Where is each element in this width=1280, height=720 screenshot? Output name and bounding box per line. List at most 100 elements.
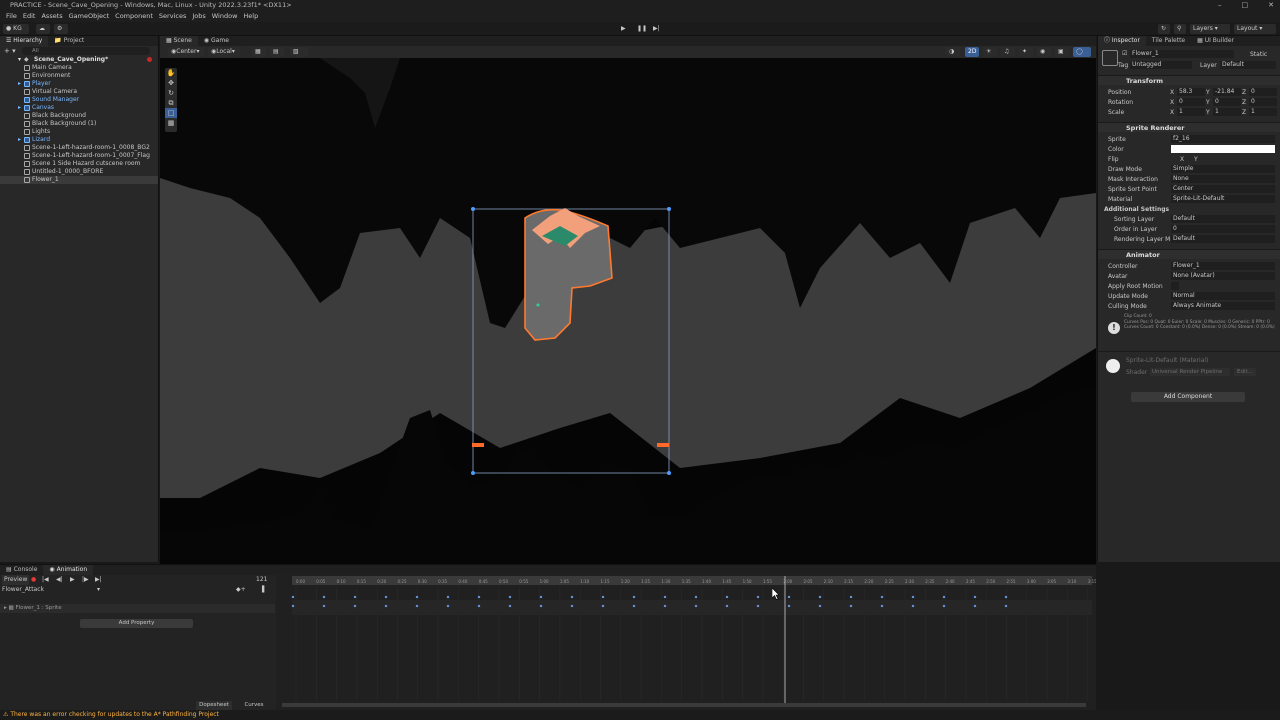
pivot-dropdown[interactable]: ◉Center▾ <box>168 47 204 57</box>
add-property-button[interactable]: Add Property <box>80 619 193 628</box>
scale-x-field[interactable]: 1 <box>1177 108 1205 116</box>
scene-root-row[interactable]: ▾ ◆ Scene_Cave_Opening* <box>0 56 158 64</box>
play-button[interactable]: ▶ <box>618 24 630 34</box>
hierarchy-item[interactable]: Environment <box>0 72 158 80</box>
object-name-field[interactable]: Flower_1 <box>1130 50 1234 58</box>
menu-edit[interactable]: Edit <box>23 11 36 22</box>
scene-canvas[interactable] <box>160 58 1096 564</box>
increment-snap-icon[interactable]: ▧ <box>290 47 308 57</box>
menu-assets[interactable]: Assets <box>41 11 62 22</box>
hierarchy-item[interactable]: ▸ Lizard <box>0 136 158 144</box>
hierarchy-item[interactable]: Untitled-1_0000_BFORE <box>0 168 158 176</box>
search-icon[interactable]: ⚲ <box>1174 24 1186 34</box>
root-motion-checkbox[interactable] <box>1171 282 1179 290</box>
expand-arrow-icon[interactable]: ▸ <box>18 104 21 112</box>
grid-icon[interactable]: ▦ <box>252 47 266 57</box>
draw-mode-dropdown[interactable]: Simple <box>1171 165 1275 173</box>
frame-field[interactable]: 121 <box>256 575 267 585</box>
culling-dropdown[interactable]: Always Animate <box>1171 302 1275 310</box>
space-dropdown[interactable]: ◉Local▾ <box>208 47 240 57</box>
hierarchy-search-input[interactable]: All <box>22 47 150 55</box>
add-event-icon[interactable]: ▌ <box>262 586 267 593</box>
tab-hierarchy[interactable]: ☰ Hierarchy <box>0 36 49 46</box>
hierarchy-item[interactable]: Scene-1-Left-hazard-room-1_0008_BG2 <box>0 144 158 152</box>
layout-dropdown[interactable]: Layout ▾ <box>1234 24 1276 34</box>
rect-tool-icon[interactable]: □ <box>165 108 177 118</box>
status-message[interactable]: There was an error checking for updates … <box>10 711 219 718</box>
record-button[interactable]: ● <box>31 575 36 585</box>
dopesheet-button[interactable]: Dopesheet <box>196 701 232 710</box>
order-field[interactable]: 0 <box>1171 225 1275 233</box>
close-icon[interactable]: ✕ <box>1268 0 1274 11</box>
rot-z-field[interactable]: 0 <box>1249 98 1277 106</box>
tab-game[interactable]: ◉ Game <box>198 36 235 46</box>
next-key-button[interactable]: |▶ <box>82 575 89 585</box>
menu-services[interactable]: Services <box>159 11 186 22</box>
sorting-layer-dropdown[interactable]: Default <box>1171 215 1275 223</box>
hierarchy-item[interactable]: Main Camera <box>0 64 158 72</box>
shader-edit-button[interactable]: Edit... <box>1234 368 1256 376</box>
rot-x-field[interactable]: 0 <box>1177 98 1205 106</box>
pos-y-field[interactable]: -21.84 <box>1213 88 1241 96</box>
tag-dropdown[interactable]: Untagged <box>1130 61 1192 69</box>
menu-help[interactable]: Help <box>243 11 258 22</box>
layers-dropdown[interactable]: Layers ▾ <box>1190 24 1230 34</box>
handle-bottom-right[interactable] <box>667 471 671 475</box>
gizmos-icon[interactable]: ◯ <box>1073 47 1091 57</box>
handle-bottom-left[interactable] <box>471 471 475 475</box>
sprite-renderer-header[interactable]: Sprite Renderer <box>1098 122 1280 132</box>
add-component-button[interactable]: Add Component <box>1131 392 1245 402</box>
camera-icon[interactable]: ▣ <box>1055 47 1069 57</box>
clip-dropdown[interactable]: Flower_Attack ▾ <box>2 586 102 594</box>
hierarchy-item[interactable]: Black Background <box>0 112 158 120</box>
color-swatch[interactable] <box>1171 145 1275 153</box>
timeline-scrollbar[interactable] <box>282 703 1086 707</box>
menu-component[interactable]: Component <box>115 11 153 22</box>
preview-button[interactable]: Preview <box>2 575 30 585</box>
pause-button[interactable]: ❚❚ <box>634 24 647 34</box>
property-row[interactable]: ▸ ▩ Flower_1 : Sprite <box>0 604 275 613</box>
hierarchy-item[interactable]: Sound Manager <box>0 96 158 104</box>
material-field[interactable]: Sprite-Lit-Default <box>1171 195 1275 203</box>
pos-z-field[interactable]: 0 <box>1249 88 1277 96</box>
controller-field[interactable]: Flower_1 <box>1171 262 1275 270</box>
prev-key-button[interactable]: ◀| <box>56 575 63 585</box>
additional-settings-label[interactable]: Additional Settings <box>1104 206 1169 213</box>
menu-gameobject[interactable]: GameObject <box>69 11 110 22</box>
hand-tool-icon[interactable]: ✋ <box>165 68 177 78</box>
sort-point-dropdown[interactable]: Center <box>1171 185 1275 193</box>
hierarchy-item[interactable]: Lights <box>0 128 158 136</box>
static-toggle[interactable]: Static <box>1250 51 1267 58</box>
audio-icon[interactable]: ♫ <box>1001 47 1015 57</box>
transform-tool-icon[interactable]: ▦ <box>165 118 177 128</box>
hierarchy-item[interactable]: Scene 1 Side Hazard cutscene room <box>0 160 158 168</box>
expand-down-icon[interactable]: ▾ <box>18 56 21 64</box>
tab-animation[interactable]: ◉ Animation <box>43 565 94 575</box>
update-mode-dropdown[interactable]: Normal <box>1171 292 1275 300</box>
tab-console[interactable]: ▤ Console <box>0 565 43 575</box>
hierarchy-item[interactable]: Scene-1-Left-hazard-room-1_0007_Flag <box>0 152 158 160</box>
tab-inspector[interactable]: ⓘ Inspector <box>1098 36 1146 46</box>
expand-arrow-icon[interactable]: ▸ <box>18 136 21 144</box>
rot-y-field[interactable]: 0 <box>1213 98 1241 106</box>
hierarchy-item[interactable]: Flower_1 <box>0 176 158 184</box>
expand-arrow-icon[interactable]: ▸ <box>18 80 21 88</box>
hierarchy-item[interactable]: Black Background (1) <box>0 120 158 128</box>
flip-x-checkbox[interactable]: X <box>1180 156 1184 163</box>
account-button[interactable]: ● KG ▾ <box>3 24 29 42</box>
scene-viewport[interactable]: ✋ ✥ ↻ ⧉ □ ▦ <box>160 58 1096 564</box>
lighting-icon[interactable]: ☀ <box>983 47 997 57</box>
sprite-field[interactable]: f2_16 <box>1171 135 1275 143</box>
transform-header[interactable]: Transform <box>1098 75 1280 85</box>
effects-icon[interactable]: ✦ <box>1019 47 1033 57</box>
shader-dropdown[interactable]: Universal Render Pipeline <box>1150 368 1230 376</box>
flip-y-checkbox[interactable]: Y <box>1194 156 1198 163</box>
curves-button[interactable]: Curves <box>236 701 272 710</box>
step-button[interactable]: ▶| <box>650 24 662 34</box>
hierarchy-item[interactable]: Virtual Camera <box>0 88 158 96</box>
mode-2d-button[interactable]: 2D <box>965 47 979 57</box>
cloud-icon[interactable]: ☁ <box>36 24 50 34</box>
handle-top-right[interactable] <box>667 207 671 211</box>
handle-top-left[interactable] <box>471 207 475 211</box>
animator-header[interactable]: Animator <box>1098 249 1280 259</box>
